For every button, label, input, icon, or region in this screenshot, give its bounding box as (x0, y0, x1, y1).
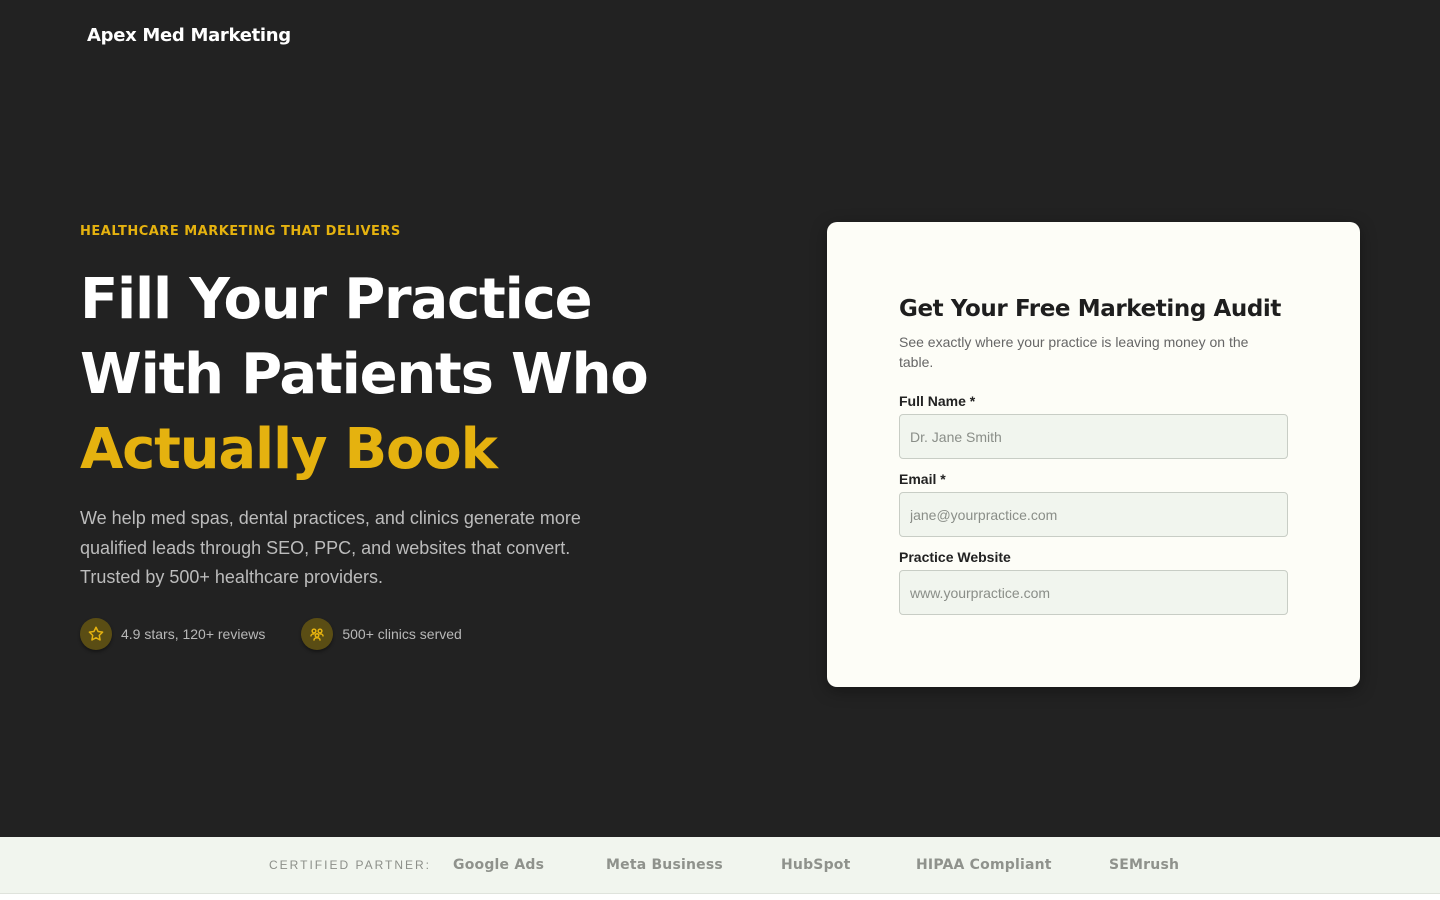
proof-clinics: 500+ clinics served (301, 618, 462, 650)
full-name-input[interactable] (899, 414, 1288, 459)
star-icon (80, 618, 112, 650)
proof-clinics-text: 500+ clinics served (342, 626, 462, 642)
proof-rating: 4.9 stars, 120+ reviews (80, 618, 265, 650)
full-name-label: Full Name * (899, 393, 976, 409)
headline-line-2: With Patients Who (80, 342, 649, 407)
form-title: Get Your Free Marketing Audit (899, 296, 1282, 322)
email-label: Email * (899, 471, 946, 487)
hero-description: We help med spas, dental practices, and … (80, 508, 581, 587)
partners-label: CERTIFIED PARTNER: (269, 858, 432, 872)
website-label: Practice Website (899, 549, 1011, 565)
proof-rating-text: 4.9 stars, 120+ reviews (121, 626, 266, 642)
headline-accent: Actually Book (80, 417, 498, 482)
partner-semrush: SEMrush (1109, 857, 1180, 873)
partner-hubspot: HubSpot (781, 857, 851, 873)
social-proof: 4.9 stars, 120+ reviews 500+ clinics ser… (80, 618, 462, 650)
hero-headline: Fill Your Practice With Patients Who Act… (80, 262, 720, 487)
partner-bar: CERTIFIED PARTNER: Google Ads Meta Busin… (0, 837, 1440, 894)
hero-eyebrow: HEALTHCARE MARKETING THAT DELIVERS (80, 224, 401, 239)
website-input[interactable] (899, 570, 1288, 615)
next-section-edge (0, 894, 1440, 900)
landing-page: Apex Med Marketing HEALTHCARE MARKETING … (0, 0, 1440, 900)
partner-meta-business: Meta Business (606, 857, 723, 873)
partner-hipaa-compliant: HIPAA Compliant (916, 857, 1052, 873)
users-icon (301, 618, 334, 650)
audit-form: Get Your Free Marketing Audit See exactl… (827, 222, 1360, 687)
form-subtitle: See exactly where your practice is leavi… (899, 334, 1249, 370)
brand-logo[interactable]: Apex Med Marketing (87, 24, 291, 48)
partner-google-ads: Google Ads (453, 857, 545, 873)
email-input[interactable] (899, 492, 1288, 537)
headline-line-1: Fill Your Practice (80, 267, 593, 332)
